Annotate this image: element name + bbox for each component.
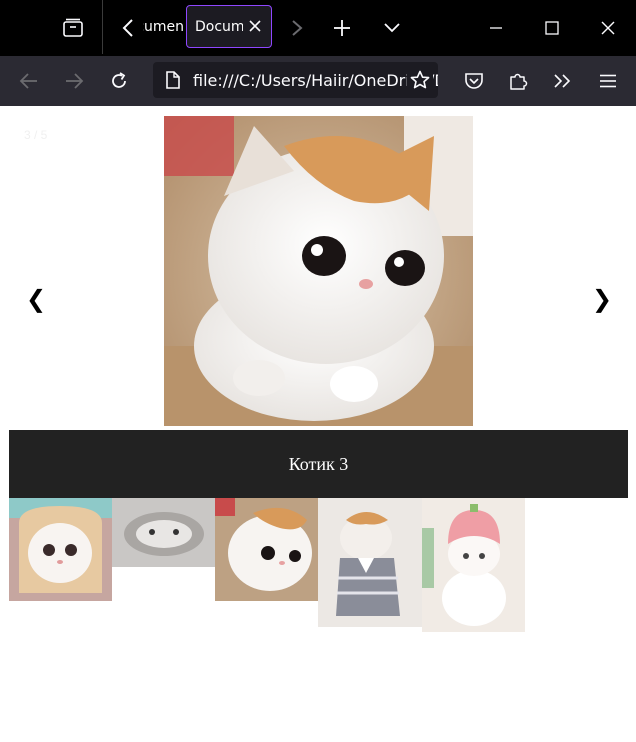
back-icon[interactable] <box>16 69 42 93</box>
extensions-icon[interactable] <box>505 69 531 93</box>
list-all-tabs-icon[interactable] <box>380 16 404 40</box>
overflow-icon[interactable] <box>550 69 576 93</box>
thumbnail-1[interactable] <box>9 498 112 601</box>
tab-list-icon[interactable] <box>60 16 86 40</box>
minimize-icon[interactable] <box>484 16 508 40</box>
thumbnail-3[interactable] <box>215 498 318 601</box>
reload-icon[interactable] <box>106 69 132 93</box>
thumbnail-5[interactable] <box>422 498 525 632</box>
active-tab-title: Document <box>195 19 243 35</box>
url-bar[interactable]: file:///C:/Users/Haiir/OneDrive/Desktop/… <box>153 62 438 98</box>
prev-slide-button[interactable]: ❮ <box>24 284 48 314</box>
next-slide-button[interactable]: ❯ <box>590 284 614 314</box>
menu-icon[interactable] <box>595 69 621 93</box>
window-close-icon[interactable] <box>596 16 620 40</box>
tab-close-icon[interactable] <box>246 17 264 35</box>
thumbnail-4[interactable] <box>318 498 422 627</box>
maximize-icon[interactable] <box>540 16 564 40</box>
slide-caption: Котик 3 <box>288 453 349 474</box>
tabs-scroll-left-icon-bg <box>113 12 143 44</box>
slide-counter: 3 / 5 <box>24 128 48 142</box>
new-tab-icon[interactable] <box>330 16 354 40</box>
bookmark-star-icon[interactable] <box>407 68 433 92</box>
caption-bar: Котик 3 <box>9 430 628 498</box>
slide-image <box>164 116 473 426</box>
nav-toolbar: file:///C:/Users/Haiir/OneDrive/Desktop/… <box>0 56 636 106</box>
url-text[interactable]: file:///C:/Users/Haiir/OneDrive/Desktop/… <box>193 71 438 90</box>
tab-bar: Document Document <box>0 0 636 56</box>
page-content: 3 / 5 ❮ ❯ Котик 3 <box>0 106 636 742</box>
thumbnail-2[interactable] <box>112 498 215 567</box>
pocket-icon[interactable] <box>461 69 487 93</box>
page-icon <box>163 70 183 90</box>
forward-icon[interactable] <box>61 69 87 93</box>
tabs-scroll-right-icon[interactable] <box>286 16 308 40</box>
tab-active[interactable]: Document <box>186 5 272 48</box>
